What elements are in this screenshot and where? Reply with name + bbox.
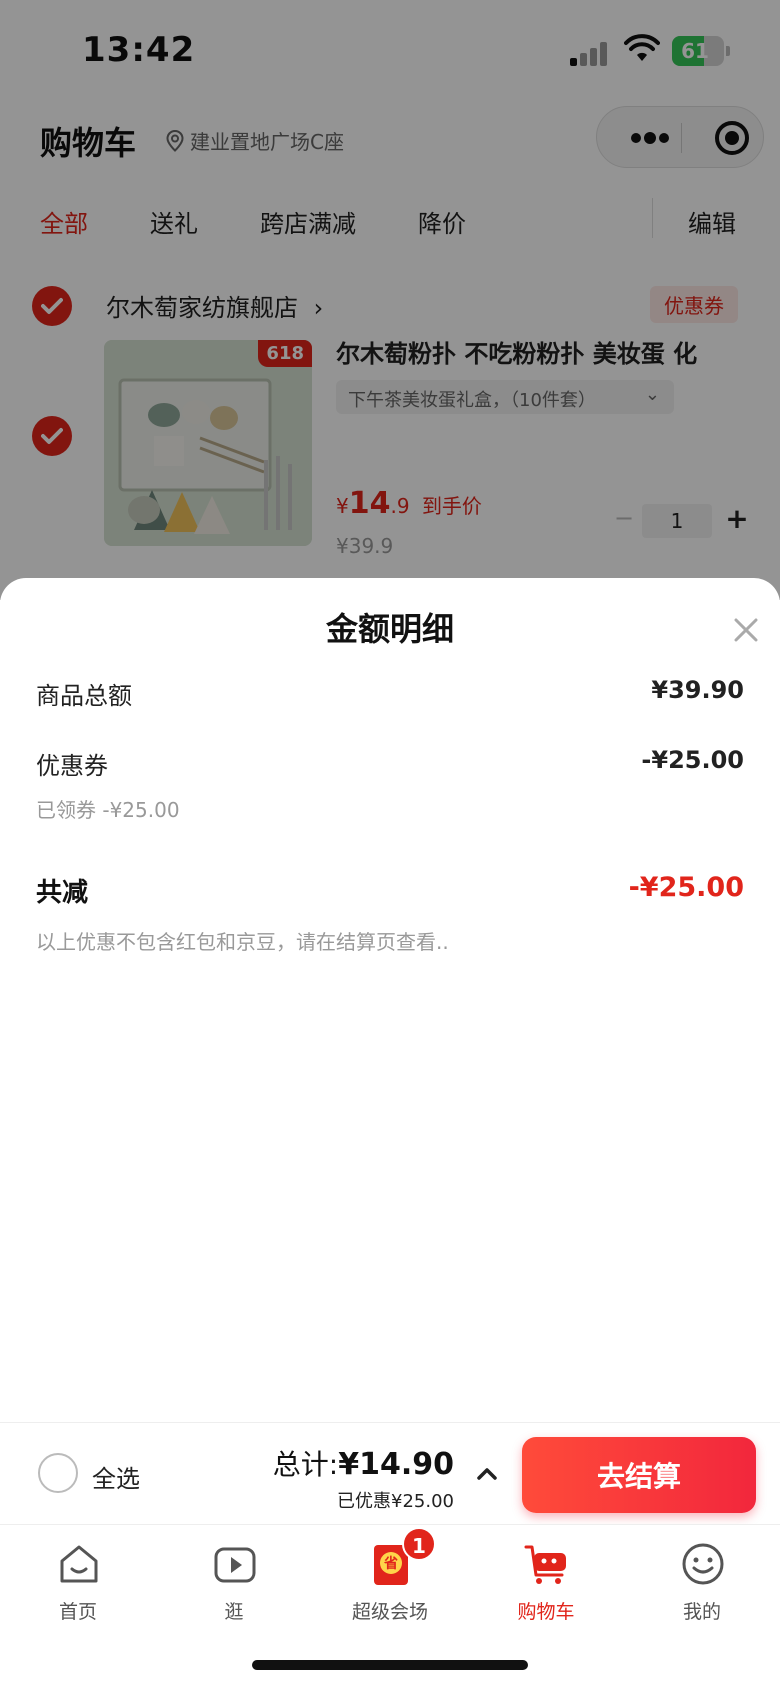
tabbar-label: 我的 (682, 1601, 721, 1623)
select-all-radio[interactable] (38, 1453, 78, 1493)
tabbar-item-cart[interactable]: 购物车 (486, 1533, 606, 1633)
cart-total: 总计:¥14.90 (273, 1443, 454, 1483)
select-all-label[interactable]: 全选 (92, 1459, 140, 1494)
close-icon[interactable] (730, 614, 762, 646)
notification-badge: 1 (402, 1527, 436, 1561)
tabbar-label: 首页 (58, 1601, 97, 1623)
checkout-button[interactable]: 去结算 (522, 1437, 756, 1513)
cart-icon (524, 1545, 566, 1584)
svg-text:省: 省 (383, 1555, 398, 1572)
modal-backdrop[interactable] (0, 0, 780, 600)
tabbar-label: 购物车 (517, 1601, 575, 1623)
home-icon (60, 1545, 98, 1583)
goods-total-value: ¥39.90 (651, 676, 744, 704)
chevron-up-icon[interactable] (474, 1461, 500, 1487)
home-indicator (252, 1660, 528, 1670)
tabbar-label: 逛 (224, 1601, 244, 1623)
goods-total-label: 商品总额 (36, 682, 132, 710)
coupon-label: 优惠券 (36, 752, 108, 780)
tabbar-item-home[interactable]: 首页 (18, 1533, 138, 1633)
profile-icon (682, 1543, 724, 1585)
video-icon (214, 1547, 256, 1583)
tabbar-label: 超级会场 (351, 1601, 428, 1623)
total-discount-value: -¥25.00 (628, 872, 744, 903)
sheet-title: 金额明细 (325, 610, 454, 648)
total-prefix: 总计: (272, 1448, 339, 1481)
checkout-bar: 全选 总计:¥14.90 已优惠¥25.00 去结算 (0, 1422, 780, 1524)
total-discount-label: 共减 (36, 878, 89, 908)
tabbar-item-super-venue[interactable]: 省 1 超级会场 (330, 1527, 450, 1633)
discount-note: 以上优惠不包含红包和京豆，请在结算页查看.. (36, 930, 449, 954)
total-amount: ¥14.90 (338, 1447, 454, 1482)
coupon-claimed-text: 已领券 -¥25.00 (36, 798, 180, 822)
coupon-value: -¥25.00 (641, 746, 744, 774)
saved-amount: 已优惠¥25.00 (337, 1491, 454, 1512)
tabbar-item-profile[interactable]: 我的 (642, 1533, 762, 1633)
tabbar-item-browse[interactable]: 逛 (174, 1533, 294, 1633)
